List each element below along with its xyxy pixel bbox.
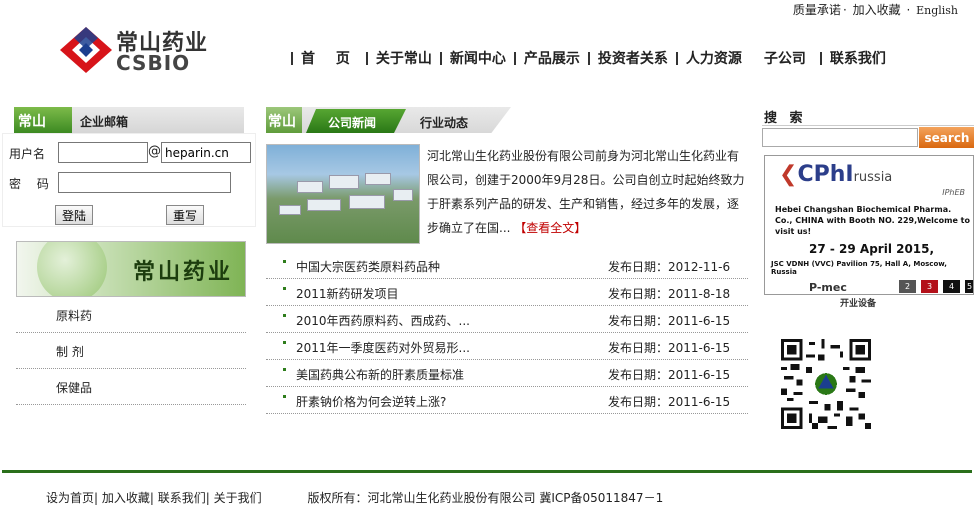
company-logo[interactable]: 常山药业 CSBIO [58,25,228,75]
nav-subsidiaries[interactable]: 子公司 [764,48,806,68]
category-item-preparations[interactable]: 制 剂 [16,333,246,369]
search-heading: 搜 索 [762,107,974,126]
pager-page-4[interactable]: 4 [943,280,960,293]
news-date: 发布日期：2011-6-15 [608,314,731,328]
username-input[interactable] [58,142,148,163]
logo-english-name: CSBIO [116,51,191,75]
username-label: 用户名 [9,147,46,161]
left-column: 常山 企业邮箱 用户名 @ 密 码 登陆 重写 常山药业 原料药 制 剂 保健品 [2,107,256,405]
login-button[interactable]: 登陆 [55,205,94,225]
tab-company-news[interactable]: 公司新闻 [306,109,406,133]
at-sign: @ [148,144,161,159]
quality-promise-link[interactable]: 质量承诺 [793,3,841,17]
ad-dates: 27 - 29 April 2015, [809,242,935,256]
ad-pager: P-mec 2 3 4 5 [809,280,973,294]
add-favorite-link[interactable]: 加入收藏 [853,3,901,17]
reset-button[interactable]: 重写 [166,205,205,225]
footer-divider [2,470,972,473]
leaf-graphic [37,242,107,296]
intro-text: 河北常山生化药业股份有限公司前身为河北常山生化药业有限公司，创建于2000年9月… [427,149,745,235]
pager-page-2[interactable]: 2 [899,280,916,293]
footer: 设为首页| 加入收藏| 联系我们| 关于我们 版权所有：河北常山生化药业股份有限… [46,491,664,505]
copyright-text: 版权所有：河北常山生化药业股份有限公司 冀ICP备05011847－1 [307,491,664,505]
company-intro: 河北常山生化药业股份有限公司前身为河北常山生化药业有限公司，创建于2000年9月… [266,144,748,260]
mail-title: 企业邮箱 [80,115,129,129]
category-item-api[interactable]: 原料药 [16,297,246,333]
right-column: 搜 索 search ❮CPhIrussia IPhEB Hebei Chang… [762,107,974,429]
footer-favorite-link[interactable]: 加入收藏 [102,491,150,505]
password-label: 密 码 [9,177,55,191]
qr-code-icon [781,339,871,429]
ipheb-logo: IPhEB [942,188,965,197]
csbio-logo-icon [60,27,112,73]
search-button[interactable]: search [919,127,974,148]
footer-about-link[interactable]: 关于我们 [214,491,262,505]
news-title[interactable]: 2011新药研发项目 [296,285,399,302]
main-nav: 首 页 关于常山 新闻中心 产品展示 投资者关系 人力资源 子公司 联系我们 [283,48,886,68]
news-title[interactable]: 2011年一季度医药对外贸易形... [296,339,470,356]
mail-brand-tab: 常山 [14,107,72,133]
pager-page-5[interactable]: 5 [965,280,973,293]
nav-contact[interactable]: 联系我们 [830,48,886,68]
pmec-logo: P-mec [809,281,847,294]
product-category-list: 原料药 制 剂 保健品 [16,297,246,405]
campus-photo [266,144,420,244]
english-link[interactable]: English [916,4,958,17]
mail-header: 常山 企业邮箱 [14,107,244,133]
news-list: 中国大宗医药类原料药品种 发布日期：2012-11-6 2011新药研发项目 发… [266,252,748,414]
ad-description: Hebei Changshan Biochemical Pharma. Co.,… [775,205,970,236]
center-column: 常山 公司新闻 行业动态 河北常山生化药业股份有限公司前身为河北常山生化药业有限… [266,107,748,414]
exhibition-ad[interactable]: ❮CPhIrussia IPhEB Hebei Changshan Bioche… [764,155,974,295]
ad-caption: 开业设备 [840,299,877,309]
news-tabs: 常山 公司新闻 行业动态 [266,107,748,133]
ad-venue: JSC VDNH (VVC) Pavilion 75, Hall A, Mosc… [771,260,947,276]
news-title[interactable]: 中国大宗医药类原料药品种 [296,258,440,275]
news-row[interactable]: 2011年一季度医药对外贸易形... 发布日期：2011-6-15 [266,333,748,360]
banner-text: 常山药业 [132,260,233,285]
pager-page-3[interactable]: 3 [921,280,938,293]
news-title[interactable]: 美国药典公布新的肝素质量标准 [296,366,464,383]
category-item-health[interactable]: 保健品 [16,369,246,405]
mail-domain-input[interactable] [161,142,251,163]
news-row[interactable]: 肝素钠价格为何会逆转上涨? 发布日期：2011-6-15 [266,387,748,414]
top-links: 质量承诺 · 加入收藏 · English [792,3,958,17]
news-date: 发布日期：2011-8-18 [608,287,731,301]
arrow-logo-icon: ❮ [779,162,798,187]
cphi-logo: ❮CPhIrussia [779,162,893,187]
news-row[interactable]: 中国大宗医药类原料药品种 发布日期：2012-11-6 [266,252,748,279]
nav-investors[interactable]: 投资者关系 [598,48,668,68]
read-more-link[interactable]: 【查看全文】 [514,221,586,235]
set-home-link[interactable]: 设为首页 [46,491,94,505]
news-date: 发布日期：2012-11-6 [608,260,731,274]
news-date: 发布日期：2011-6-15 [608,395,731,409]
news-date: 发布日期：2011-6-15 [608,368,731,382]
nav-about[interactable]: 关于常山 [376,48,432,68]
news-row[interactable]: 2011新药研发项目 发布日期：2011-8-18 [266,279,748,306]
password-input[interactable] [58,172,231,193]
news-date: 发布日期：2011-6-15 [608,341,731,355]
news-row[interactable]: 美国药典公布新的肝素质量标准 发布日期：2011-6-15 [266,360,748,387]
footer-contact-link[interactable]: 联系我们 [158,491,206,505]
mail-login-form: 用户名 @ 密 码 登陆 重写 [2,133,256,227]
tab-industry-news[interactable]: 行业动态 [420,114,468,131]
news-title[interactable]: 2010年西药原料药、西成药、... [296,312,470,329]
nav-home[interactable]: 首 页 [301,48,358,68]
news-row[interactable]: 2010年西药原料药、西成药、... 发布日期：2011-6-15 [266,306,748,333]
news-title[interactable]: 肝素钠价格为何会逆转上涨? [296,393,446,410]
nav-products[interactable]: 产品展示 [524,48,580,68]
nav-hr[interactable]: 人力资源 [686,48,742,68]
news-brand-tab: 常山 [266,107,302,133]
nav-news[interactable]: 新闻中心 [450,48,506,68]
brand-banner[interactable]: 常山药业 [16,241,246,297]
search-input[interactable] [762,128,918,147]
